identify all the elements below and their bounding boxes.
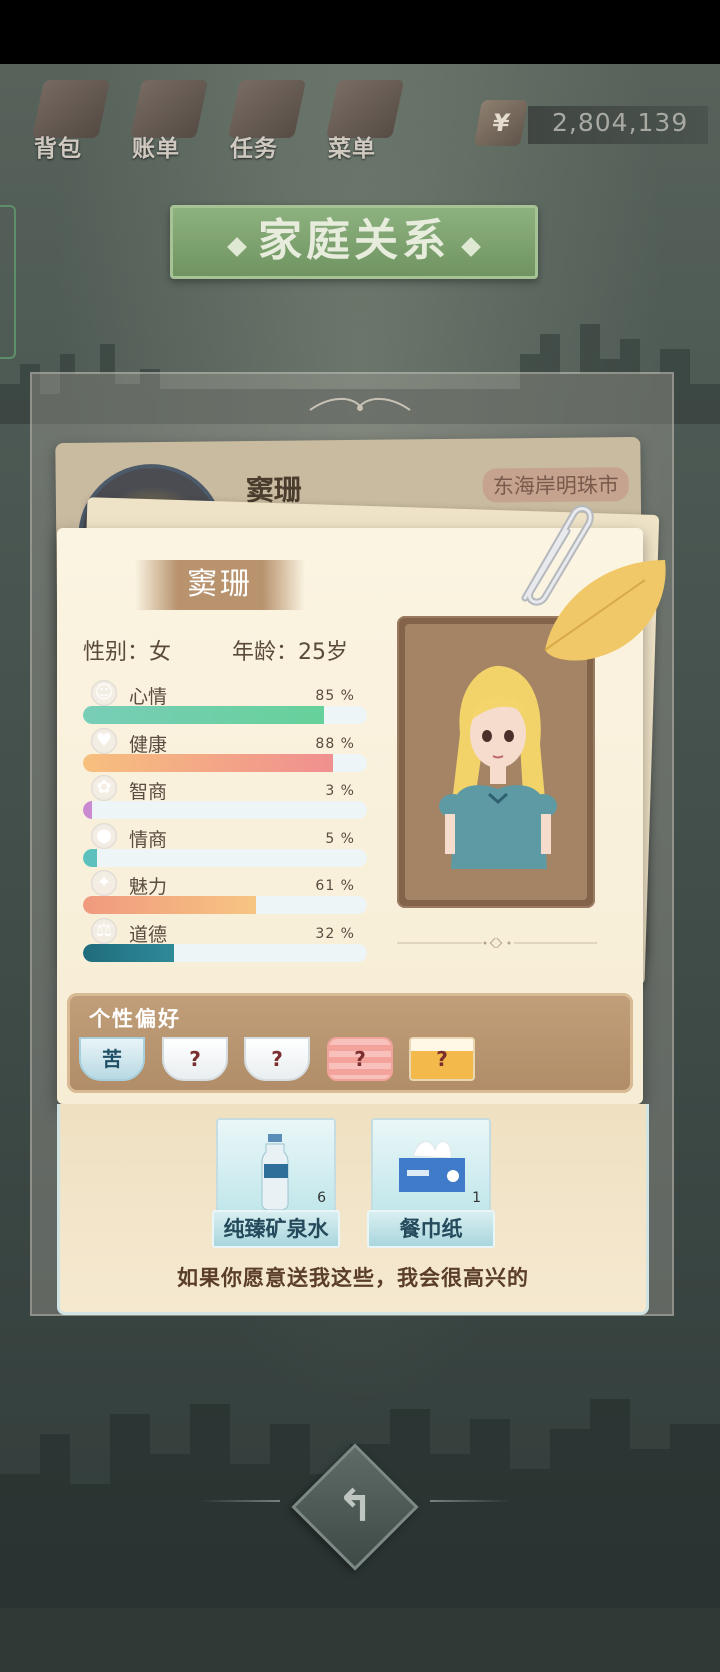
preference-beer[interactable]: ? — [409, 1037, 475, 1081]
preference-cup[interactable]: ? — [244, 1037, 310, 1081]
ginkgo-leaf-icon — [544, 560, 666, 661]
gift-count: 6 — [317, 1190, 326, 1206]
stat-bar-fill — [83, 943, 174, 962]
preferences-panel: 个性偏好 苦 ? ? ? ? — [67, 993, 633, 1093]
diamond-icon — [227, 236, 247, 257]
nav-bag-button[interactable]: 背包 — [18, 72, 118, 167]
stat-label: 道德 — [129, 923, 168, 946]
nav-bag-label: 背包 — [34, 136, 82, 162]
page-title: 家庭关系 — [258, 215, 450, 266]
stat-percent: 3 % — [325, 783, 355, 800]
stat-bar-fill — [83, 753, 333, 772]
stat-row: ⚖ 道德 32 % — [83, 916, 367, 964]
stat-row: ● 情商 5 % — [83, 821, 367, 869]
character-name-ribbon: 窦珊 — [135, 560, 305, 610]
gift-item-tissue[interactable]: 1 餐巾纸 — [367, 1118, 495, 1248]
divider — [430, 1500, 510, 1502]
stat-label: 健康 — [129, 733, 168, 756]
status-bar — [0, 0, 720, 64]
scales-icon: ⚖ — [91, 917, 117, 944]
preference-bitter-cup[interactable]: 苦 — [79, 1037, 145, 1081]
gift-count: 1 — [472, 1190, 481, 1206]
preferences-title: 个性偏好 — [89, 1007, 181, 1031]
gift-label: 餐巾纸 — [367, 1210, 495, 1248]
sparkle-icon: ✦ — [91, 870, 117, 897]
side-tab[interactable] — [0, 205, 16, 359]
stat-row: ☺ 心情 85 % — [83, 678, 367, 726]
stat-row: ♥ 健康 88 % — [83, 726, 367, 774]
stat-bar — [83, 706, 367, 724]
stats-list: ☺ 心情 85 % ♥ 健康 88 % ✿ 智商 3 % ● 情商 5 % ✦ … — [83, 678, 367, 964]
gender-label: 性别：女 — [83, 640, 172, 665]
character-name: 窦珊 — [187, 567, 253, 602]
stat-percent: 32 % — [315, 925, 355, 942]
divider-ornament — [397, 938, 597, 948]
stat-bar-fill — [83, 848, 98, 867]
scroll-ornament-icon — [309, 398, 411, 411]
nav-task-label: 任务 — [230, 136, 278, 162]
stat-bar-fill — [83, 706, 325, 724]
nav-menu-label: 菜单 — [328, 136, 376, 162]
preference-candy[interactable]: ? — [327, 1037, 393, 1081]
stat-bar — [83, 943, 367, 962]
stat-label: 情商 — [129, 828, 168, 851]
heart-icon: ♥ — [91, 727, 117, 754]
stat-bar — [83, 753, 367, 772]
stat-percent: 88 % — [315, 735, 355, 752]
money-display: ¥ 2,804,139 — [473, 100, 710, 148]
stat-label: 智商 — [129, 781, 168, 804]
stat-label: 心情 — [129, 686, 168, 708]
nav-task-button[interactable]: 任务 — [214, 72, 314, 167]
stat-label: 魅力 — [129, 876, 168, 899]
gift-label: 纯臻矿泉水 — [212, 1210, 340, 1248]
nav-menu-button[interactable]: 菜单 — [312, 72, 412, 167]
gift-item-water[interactable]: 6 纯臻矿泉水 — [212, 1118, 340, 1248]
preference-cup[interactable]: ? — [162, 1037, 228, 1081]
gift-message: 如果你愿意送我这些，我会很高兴的 — [177, 1266, 529, 1290]
apple-icon: ● — [91, 822, 117, 849]
stat-percent: 5 % — [325, 830, 355, 847]
stat-percent: 61 % — [315, 878, 355, 895]
stat-row: ✦ 魅力 61 % — [83, 868, 367, 916]
stat-percent: 85 % — [315, 688, 355, 704]
yen-icon: ¥ — [473, 100, 529, 146]
back-arrow-icon: ↰ — [336, 1481, 374, 1532]
gift-panel: 6 纯臻矿泉水 1 餐巾纸 如果你愿意送我这些，我会很高兴的 — [57, 1104, 649, 1315]
diamond-icon — [461, 236, 481, 257]
stat-bar — [83, 896, 367, 915]
stat-bar — [83, 848, 367, 867]
divider — [200, 1500, 280, 1502]
stat-row: ✿ 智商 3 % — [83, 773, 367, 821]
brain-icon: ✿ — [91, 775, 117, 802]
smile-icon: ☺ — [91, 680, 117, 706]
stat-bar-fill — [83, 896, 257, 915]
top-nav: 背包 账单 任务 菜单 ¥ 2,804,139 — [18, 72, 718, 172]
page-title-banner: 家庭关系 — [170, 205, 538, 279]
nav-bill-label: 账单 — [132, 136, 180, 162]
money-value: 2,804,139 — [552, 108, 689, 137]
age-label: 年龄：25岁 — [232, 640, 348, 665]
stat-bar-fill — [83, 801, 92, 820]
nav-bill-button[interactable]: 账单 — [116, 72, 216, 167]
stat-bar — [83, 801, 367, 820]
